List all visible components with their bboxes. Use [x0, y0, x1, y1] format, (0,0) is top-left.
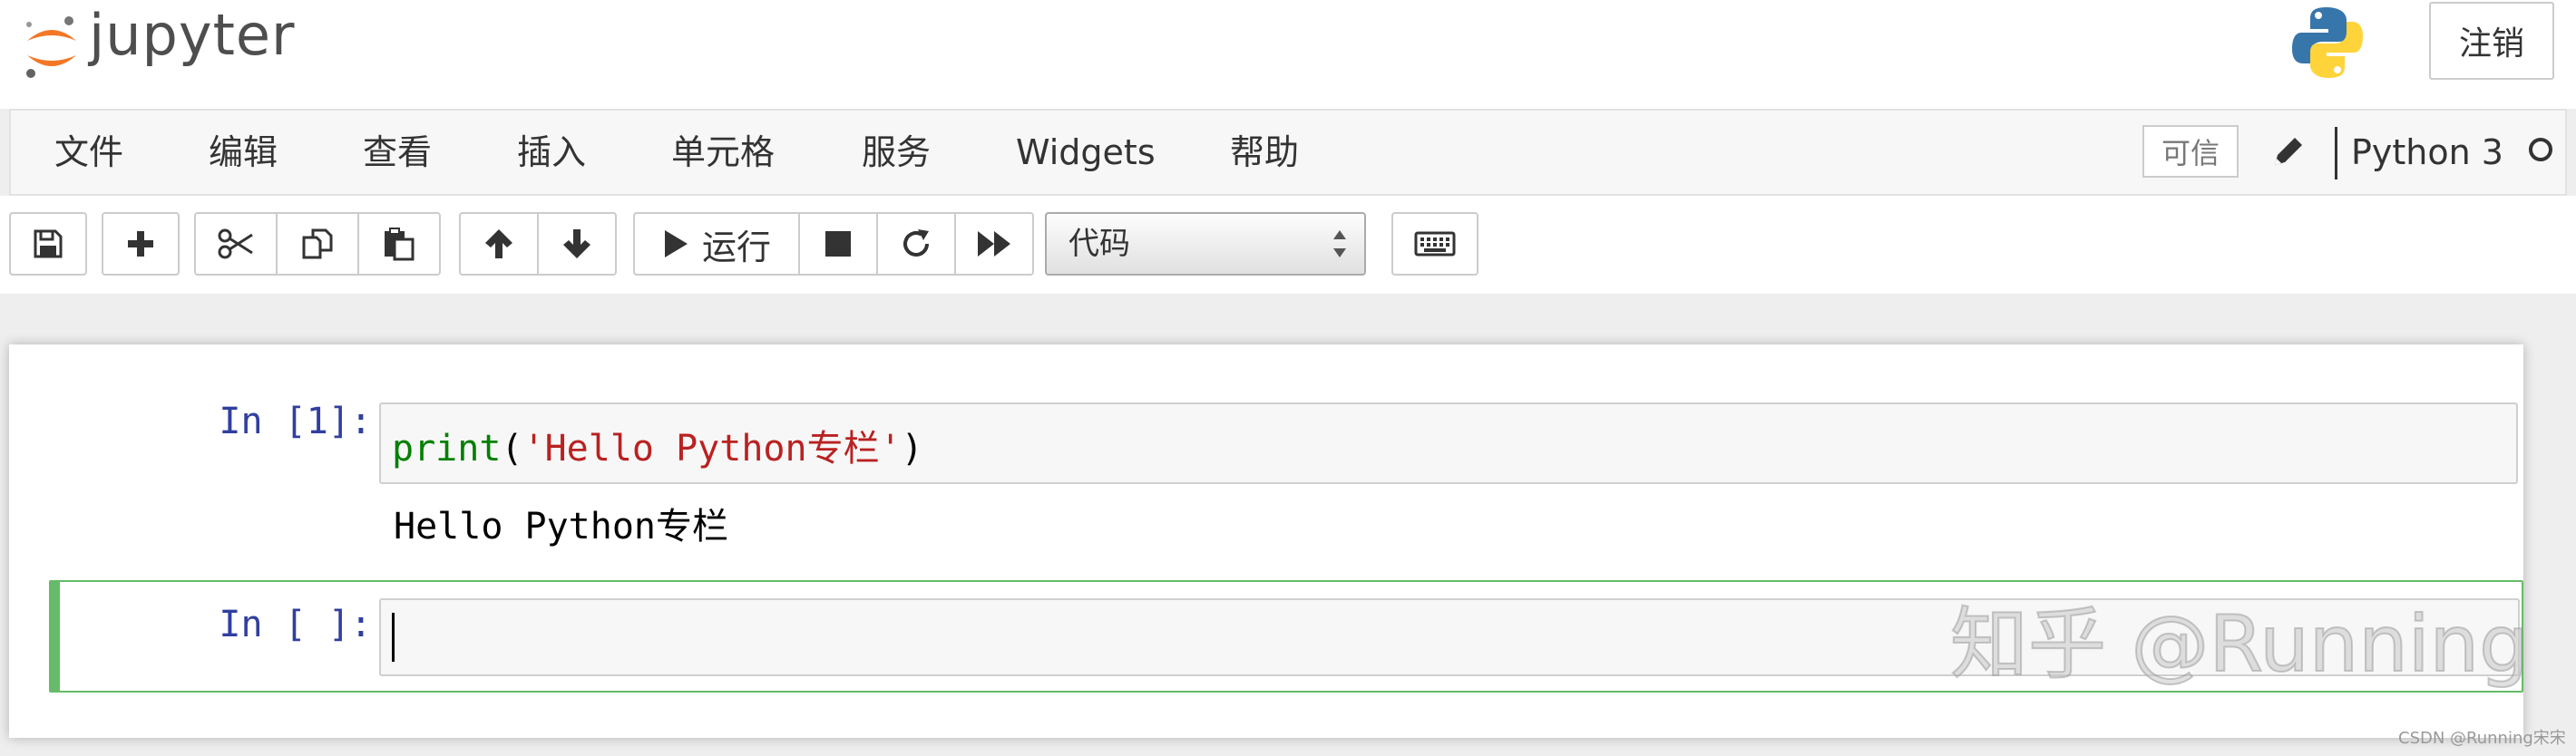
clipboard-group — [194, 212, 441, 276]
run-group: 运行 — [633, 212, 1034, 276]
restart-run-all-button[interactable] — [954, 212, 1034, 276]
menu-widgets[interactable]: Widgets — [1016, 111, 1156, 194]
header: jupyter 注销 — [0, 0, 2576, 109]
run-label: 运行 — [701, 227, 771, 267]
menu-kernel[interactable]: 服务 — [862, 111, 931, 194]
input-prompt: In [1]: — [219, 401, 372, 442]
credit-text: CSDN @Running宋宋 — [2398, 729, 2566, 748]
logout-button[interactable]: 注销 — [2429, 2, 2554, 80]
copy-button[interactable] — [276, 212, 359, 276]
toolbar: 运行 代码 — [0, 196, 2576, 294]
paste-icon — [385, 228, 415, 261]
menu-insert[interactable]: 插入 — [517, 111, 586, 194]
plus-icon — [128, 231, 153, 257]
input-prompt: In [ ]: — [219, 604, 372, 645]
python-logo-icon — [2292, 7, 2363, 78]
interrupt-kernel-button[interactable] — [798, 212, 878, 276]
menu-file[interactable]: 文件 — [54, 111, 123, 194]
move-group — [459, 212, 617, 276]
run-button[interactable]: 运行 — [633, 212, 800, 276]
kernel-separator — [2335, 127, 2337, 179]
jupyter-logo[interactable]: jupyter — [22, 1, 296, 87]
code-input[interactable]: print('Hello Python专栏') — [379, 402, 2518, 484]
play-icon — [664, 230, 688, 257]
save-button[interactable] — [9, 212, 87, 276]
menu-edit[interactable]: 编辑 — [209, 111, 278, 194]
insert-cell-below-button[interactable] — [102, 212, 180, 276]
jupyter-logo-icon — [26, 16, 76, 78]
edit-mode-pencil-icon — [2275, 138, 2302, 165]
menubar: 文件 编辑 查看 插入 单元格 服务 Widgets 帮助 可信 Python … — [9, 109, 2567, 196]
code-paren-open: ( — [501, 428, 523, 470]
cell-output: Hello Python专栏 — [394, 506, 728, 548]
menu-help[interactable]: 帮助 — [1230, 111, 1299, 194]
restart-kernel-button[interactable] — [876, 212, 956, 276]
code-string: 'Hello Python专栏' — [522, 428, 902, 470]
cell-type-select[interactable]: 代码 — [1045, 212, 1366, 276]
cut-button[interactable] — [194, 212, 278, 276]
command-palette-button[interactable] — [1391, 212, 1478, 276]
arrow-up-icon — [485, 229, 512, 258]
menu-cell[interactable]: 单元格 — [671, 111, 775, 194]
move-up-button[interactable] — [459, 212, 539, 276]
watermark: 知乎 @Running — [1949, 598, 2530, 691]
fast-forward-icon — [978, 231, 1010, 257]
select-arrows-icon — [1333, 230, 1346, 257]
move-down-button[interactable] — [537, 212, 617, 276]
kernel-name[interactable]: Python 3 — [2351, 111, 2503, 194]
code-paren-close: ) — [901, 428, 923, 470]
command-palette-group — [1391, 212, 1478, 276]
save-group — [9, 212, 87, 276]
restart-icon — [903, 229, 929, 257]
keyboard-icon — [1414, 231, 1456, 257]
text-cursor — [392, 613, 395, 662]
scissors-icon — [218, 228, 253, 259]
code-text: print('Hello Python专栏') — [392, 419, 923, 471]
arrow-down-icon — [563, 229, 590, 258]
save-icon — [34, 229, 63, 258]
stop-icon — [825, 231, 851, 257]
trusted-indicator[interactable]: 可信 — [2142, 125, 2239, 178]
jupyter-logo-text: jupyter — [89, 1, 296, 68]
copy-icon — [302, 228, 333, 259]
paste-button[interactable] — [357, 212, 441, 276]
code-builtin: print — [392, 428, 502, 470]
kernel-idle-indicator-icon — [2529, 138, 2552, 161]
menu-view[interactable]: 查看 — [363, 111, 432, 194]
cell-type-value: 代码 — [1068, 226, 1130, 262]
insert-group — [102, 212, 180, 276]
